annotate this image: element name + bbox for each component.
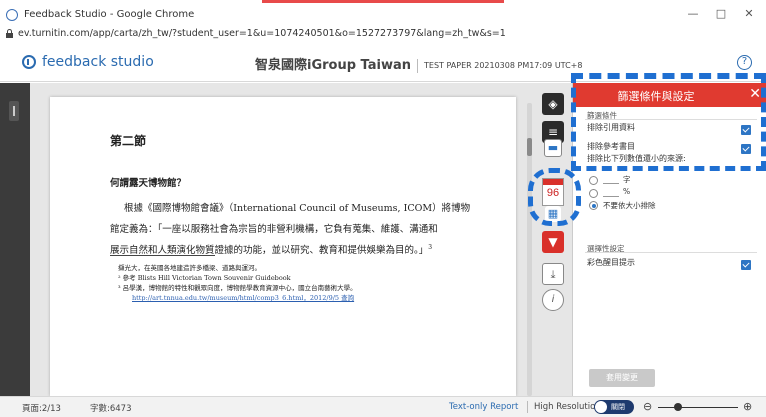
percent-unit: % — [623, 187, 631, 196]
paragraph-line: 根據《國際博物館會議》（International Council of Mus… — [124, 203, 471, 214]
zoom-slider[interactable] — [658, 407, 738, 408]
exclude-bibliography-checkbox[interactable] — [741, 144, 751, 154]
top-accent-bar — [262, 0, 504, 3]
exclude-small-sources-label: 排除比下列數值還小的來源: — [587, 154, 686, 163]
footnote-ref: 3 — [428, 243, 433, 251]
section-heading: 第二節 — [110, 134, 147, 148]
page-indicator: 頁面:2/13 — [22, 404, 61, 414]
info-icon: i — [551, 294, 555, 305]
high-resolution-label: High Resolution — [534, 402, 601, 412]
feedback-studio-logo-icon — [22, 55, 36, 69]
status-bar: 頁面:2/13 字數:6473 Text-only Report High Re… — [0, 396, 766, 417]
zoom-slider-handle[interactable] — [674, 403, 682, 411]
lock-icon — [6, 29, 13, 38]
percent-radio[interactable] — [589, 189, 598, 198]
footnote: 擷光大，在英國各地建造許多橋梁、道路與運河。 — [118, 264, 261, 272]
work-area: 第二節 何謂露天博物館？ 根據《國際博物館會議》（International C… — [0, 83, 766, 396]
product-name: feedback studio — [42, 54, 154, 70]
match-breakdown-button[interactable]: ▦ — [545, 206, 561, 222]
left-side-strip — [0, 83, 30, 396]
color-highlight-checkbox[interactable] — [741, 260, 751, 270]
comment-icon: ▬ — [547, 141, 559, 154]
word-count: 字數:6473 — [90, 404, 132, 414]
status-divider — [527, 401, 528, 413]
zoom-in-icon[interactable]: ⊕ — [743, 400, 752, 413]
info-button[interactable]: i — [542, 289, 564, 311]
words-threshold-input[interactable] — [603, 175, 619, 184]
document-page: 第二節 何謂露天博物館？ 根據《國際博物館會議》（International C… — [50, 97, 516, 396]
side-panel-handle-icon[interactable] — [9, 101, 19, 121]
comment-button[interactable]: ▬ — [544, 139, 562, 157]
paragraph-line-last: 展示自然和人類演化物質證據的功能，並以研究、教育和提供娛樂為目的。」3 — [110, 243, 433, 256]
similarity-score: 96 — [546, 187, 560, 199]
app-header: feedback studio 智泉國際iGroup Taiwan TEST PA… — [0, 44, 766, 82]
zoom-out-icon[interactable]: ⊖ — [643, 400, 652, 413]
help-icon[interactable]: ? — [737, 55, 752, 70]
footnote-divider — [110, 255, 215, 256]
paragraph-line: 館定義為：「一座以服務社會為宗旨的非營利機構，它負有蒐集、維護、溝通和 — [110, 224, 438, 235]
similarity-score-button[interactable]: 96 — [542, 178, 564, 206]
toggle-state: 關閉 — [611, 403, 625, 411]
layers-button[interactable]: ◈ — [542, 93, 564, 115]
no-exclude-label: 不要依大小排除 — [603, 201, 656, 210]
footnote: ² 參考 Blists Hill Victorian Town Souvenir… — [118, 274, 291, 282]
close-window-button[interactable]: ✕ — [740, 7, 758, 20]
feedback-studio-favicon-icon — [6, 9, 18, 21]
color-highlight-label: 彩色醒目提示 — [587, 258, 635, 267]
paper-title: TEST PAPER 20210308 PM17:09 UTC+8 — [424, 61, 583, 70]
browser-title: Feedback Studio - Google Chrome — [24, 9, 195, 20]
list-icon: ▦ — [547, 207, 559, 220]
toggle-knob — [595, 401, 607, 413]
score-indicator — [543, 179, 563, 185]
filter-icon: ▼ — [548, 235, 558, 249]
high-resolution-toggle[interactable]: 關閉 — [594, 400, 634, 414]
address-bar[interactable]: ev.turnitin.com/app/carta/zh_tw/?student… — [0, 26, 766, 42]
scrollbar-thumb[interactable] — [527, 138, 532, 156]
exclude-quotes-checkbox[interactable] — [741, 125, 751, 135]
apply-changes-button[interactable]: 套用變更 — [589, 369, 655, 387]
download-icon: ⤓ — [550, 268, 556, 281]
filter-panel-header: 篩選條件與設定 ✕ — [573, 83, 766, 107]
no-exclude-radio[interactable] — [589, 201, 598, 210]
restore-button[interactable]: □ — [712, 7, 730, 20]
percent-threshold-input[interactable] — [603, 188, 619, 197]
filter-button[interactable]: ▼ — [542, 231, 564, 253]
words-unit: 字 — [623, 175, 631, 184]
document-title: 智泉國際iGroup Taiwan TEST PAPER 20210308 PM1… — [255, 54, 582, 73]
section-divider — [585, 119, 757, 120]
exclude-bibliography-label: 排除參考書目 — [587, 142, 635, 151]
download-button[interactable]: ⤓ — [542, 263, 564, 285]
question-heading: 何謂露天博物館？ — [110, 178, 187, 189]
school-name: 智泉國際iGroup Taiwan — [255, 58, 412, 73]
filter-panel-close-button[interactable]: ✕ — [749, 86, 761, 102]
text-only-report-link[interactable]: Text-only Report — [449, 402, 518, 412]
layers-icon: ◈ — [548, 97, 558, 111]
filter-panel-title: 篩選條件與設定 — [617, 90, 695, 103]
section-divider — [585, 252, 757, 253]
words-radio[interactable] — [589, 176, 598, 185]
minimize-button[interactable]: — — [684, 7, 702, 20]
footnote-link[interactable]: http://art.tnnua.edu.tw/museum/html/comp… — [132, 292, 354, 302]
browser-title-bar: Feedback Studio - Google Chrome — □ ✕ — [0, 4, 766, 26]
filter-panel: 篩選條件與設定 ✕ 篩選條件 排除引用資料 排除參考書目 排除比下列數值還小的來… — [572, 83, 766, 396]
footnote: ³ 呂學漢，博物館的特性和觀眾向度，博物館學教育資源中心，國立台南藝術大學。 — [118, 284, 357, 292]
url-text[interactable]: ev.turnitin.com/app/carta/zh_tw/?student… — [18, 28, 506, 39]
exclude-quotes-label: 排除引用資料 — [587, 123, 635, 132]
